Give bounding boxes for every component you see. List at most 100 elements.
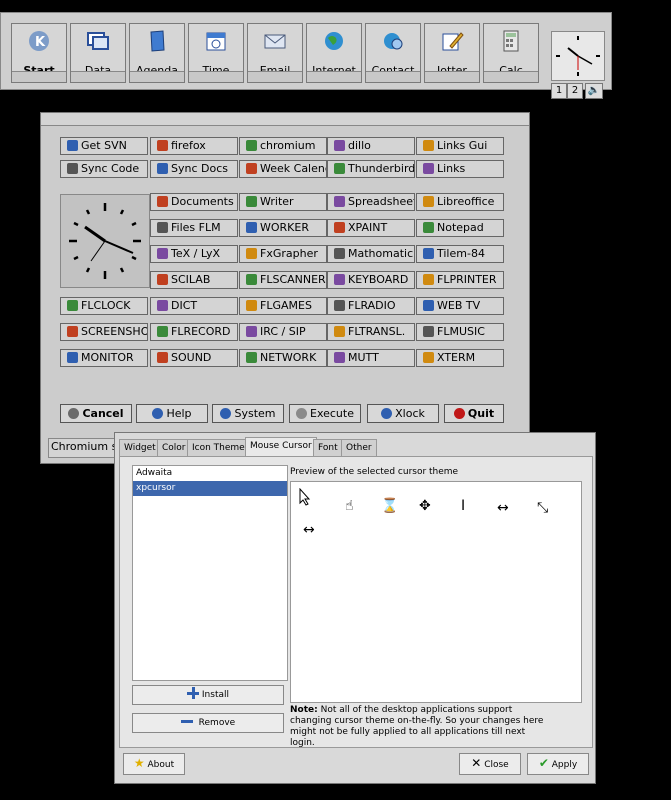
- launch-web-tv-button[interactable]: WEB TV: [416, 297, 504, 315]
- launch-keyboard-button[interactable]: KEYBOARD: [327, 271, 415, 289]
- launch-chromium-button[interactable]: chromium: [239, 137, 327, 155]
- help-icon: [152, 408, 164, 419]
- launch-flclock-button[interactable]: FLCLOCK: [60, 297, 148, 315]
- launch-thunderbird-button[interactable]: Thunderbird: [327, 160, 415, 178]
- launch-label: Links Gui: [437, 139, 488, 152]
- launch-label: Tilem-84: [437, 247, 485, 260]
- launch-sound-button[interactable]: SOUND: [150, 349, 238, 367]
- launcher-titlebar[interactable]: [41, 113, 529, 126]
- close-button[interactable]: ✕ Close: [459, 753, 521, 775]
- desktop-1-button[interactable]: 1: [551, 83, 567, 99]
- flscanner-icon: [246, 274, 257, 285]
- contact-button[interactable]: Contact: [365, 23, 421, 83]
- worker-icon: [246, 222, 257, 233]
- launch-flscanner-button[interactable]: FLSCANNER: [239, 271, 327, 289]
- launch-get-svn-button[interactable]: Get SVN: [60, 137, 148, 155]
- remove-button[interactable]: Remove: [132, 713, 284, 733]
- launch-writer-button[interactable]: Writer: [239, 193, 327, 211]
- email-button[interactable]: Email: [247, 23, 303, 83]
- launch-label: MONITOR: [81, 351, 134, 364]
- launch-firefox-button[interactable]: firefox: [150, 137, 238, 155]
- volume-button[interactable]: 🔈: [585, 83, 603, 99]
- launch-screenshot-button[interactable]: SCREENSHOT: [60, 323, 148, 341]
- launch-label: SCREENSHOT: [81, 325, 147, 338]
- launch-dillo-button[interactable]: dillo: [327, 137, 415, 155]
- irc-sip-icon: [246, 326, 257, 337]
- fltransl-icon: [334, 326, 345, 337]
- agenda-button[interactable]: Agenda: [129, 23, 185, 83]
- system-button[interactable]: System: [212, 404, 284, 423]
- tab-color[interactable]: Color: [157, 439, 191, 456]
- launch-label: Spreadsheet: [348, 195, 415, 208]
- execute-button[interactable]: Execute: [289, 404, 361, 423]
- flradio-icon: [334, 300, 345, 311]
- spreadsheet-icon: [334, 196, 345, 207]
- tab-other[interactable]: Other: [341, 439, 377, 456]
- info-icon: [220, 408, 232, 419]
- launch-label: XPAINT: [348, 221, 388, 234]
- launch-scilab-button[interactable]: SCILAB: [150, 271, 238, 289]
- launch-tex-lyx-button[interactable]: TeX / LyX: [150, 245, 238, 263]
- apply-button[interactable]: ✔ Apply: [527, 753, 589, 775]
- launch-sync-code-button[interactable]: Sync Code: [60, 160, 148, 178]
- notepad-icon: [423, 222, 434, 233]
- quit-button[interactable]: Quit: [444, 404, 504, 423]
- about-button[interactable]: ★ About: [123, 753, 185, 775]
- launch-links-gui-button[interactable]: Links Gui: [416, 137, 504, 155]
- launch-sync-docs-button[interactable]: Sync Docs: [150, 160, 238, 178]
- power-icon: [453, 408, 465, 419]
- tab-widget[interactable]: Widget: [119, 439, 161, 456]
- launch-files-flm-button[interactable]: Files FLM: [150, 219, 238, 237]
- tab-icon-theme[interactable]: Icon Theme: [187, 439, 250, 456]
- launch-documents-button[interactable]: Documents: [150, 193, 238, 211]
- install-button[interactable]: Install: [132, 685, 284, 705]
- top-toolbar: K Start Data Agenda Time Email Internet …: [0, 12, 612, 99]
- launch-xpaint-button[interactable]: XPAINT: [327, 219, 415, 237]
- launch-dict-button[interactable]: DICT: [150, 297, 238, 315]
- cursor-theme-list[interactable]: Adwaita xpcursor: [132, 465, 288, 681]
- launch-flprinter-button[interactable]: FLPRINTER: [416, 271, 504, 289]
- mail-icon: [264, 34, 286, 49]
- launch-label: FLPRINTER: [437, 273, 497, 286]
- h-resize-cursor-icon: ↔: [303, 522, 315, 538]
- launch-monitor-button[interactable]: MONITOR: [60, 349, 148, 367]
- start-button[interactable]: K Start: [11, 23, 67, 83]
- theme-item-xpcursor[interactable]: xpcursor: [133, 481, 287, 496]
- data-button[interactable]: Data: [70, 23, 126, 83]
- launch-network-button[interactable]: NETWORK: [239, 349, 327, 367]
- launch-flradio-button[interactable]: FLRADIO: [327, 297, 415, 315]
- launch-fltransl-button[interactable]: FLTRANSL.: [327, 323, 415, 341]
- launch-worker-button[interactable]: WORKER: [239, 219, 327, 237]
- analog-clock-icon: [556, 36, 600, 76]
- links-icon: [423, 163, 434, 174]
- calculator-icon: [503, 30, 519, 52]
- launch-flrecord-button[interactable]: FLRECORD: [150, 323, 238, 341]
- launch-libreoffice-button[interactable]: Libreoffice: [416, 193, 504, 211]
- launch-flmusic-button[interactable]: FLMUSIC: [416, 323, 504, 341]
- tab-font[interactable]: Font: [313, 439, 343, 456]
- jotter-button[interactable]: Jotter: [424, 23, 480, 83]
- cancel-button[interactable]: Cancel: [60, 404, 132, 423]
- launch-xterm-button[interactable]: XTERM: [416, 349, 504, 367]
- launch-notepad-button[interactable]: Notepad: [416, 219, 504, 237]
- theme-item-adwaita[interactable]: Adwaita: [133, 466, 287, 481]
- launch-irc-sip-button[interactable]: IRC / SIP: [239, 323, 327, 341]
- calc-button[interactable]: Calc: [483, 23, 539, 83]
- launch-week-calend-button[interactable]: Week Calend: [239, 160, 327, 178]
- help-button[interactable]: Help: [136, 404, 208, 423]
- launch-links-button[interactable]: Links: [416, 160, 504, 178]
- launch-label: Mathomatic: [348, 247, 414, 260]
- launch-tilem-84-button[interactable]: Tilem-84: [416, 245, 504, 263]
- launch-label: FLGAMES: [260, 299, 312, 312]
- launch-flgames-button[interactable]: FLGAMES: [239, 297, 327, 315]
- launch-mathomatic-button[interactable]: Mathomatic: [327, 245, 415, 263]
- tab-mouse-cursor[interactable]: Mouse Cursor: [245, 437, 317, 457]
- xlock-button[interactable]: Xlock: [367, 404, 439, 423]
- launch-fxgrapher-button[interactable]: FxGrapher: [239, 245, 327, 263]
- launch-mutt-button[interactable]: MUTT: [327, 349, 415, 367]
- globe-icon: [325, 32, 343, 50]
- desktop-2-button[interactable]: 2: [567, 83, 583, 99]
- time-button[interactable]: Time: [188, 23, 244, 83]
- launch-spreadsheet-button[interactable]: Spreadsheet: [327, 193, 415, 211]
- internet-button[interactable]: Internet: [306, 23, 362, 83]
